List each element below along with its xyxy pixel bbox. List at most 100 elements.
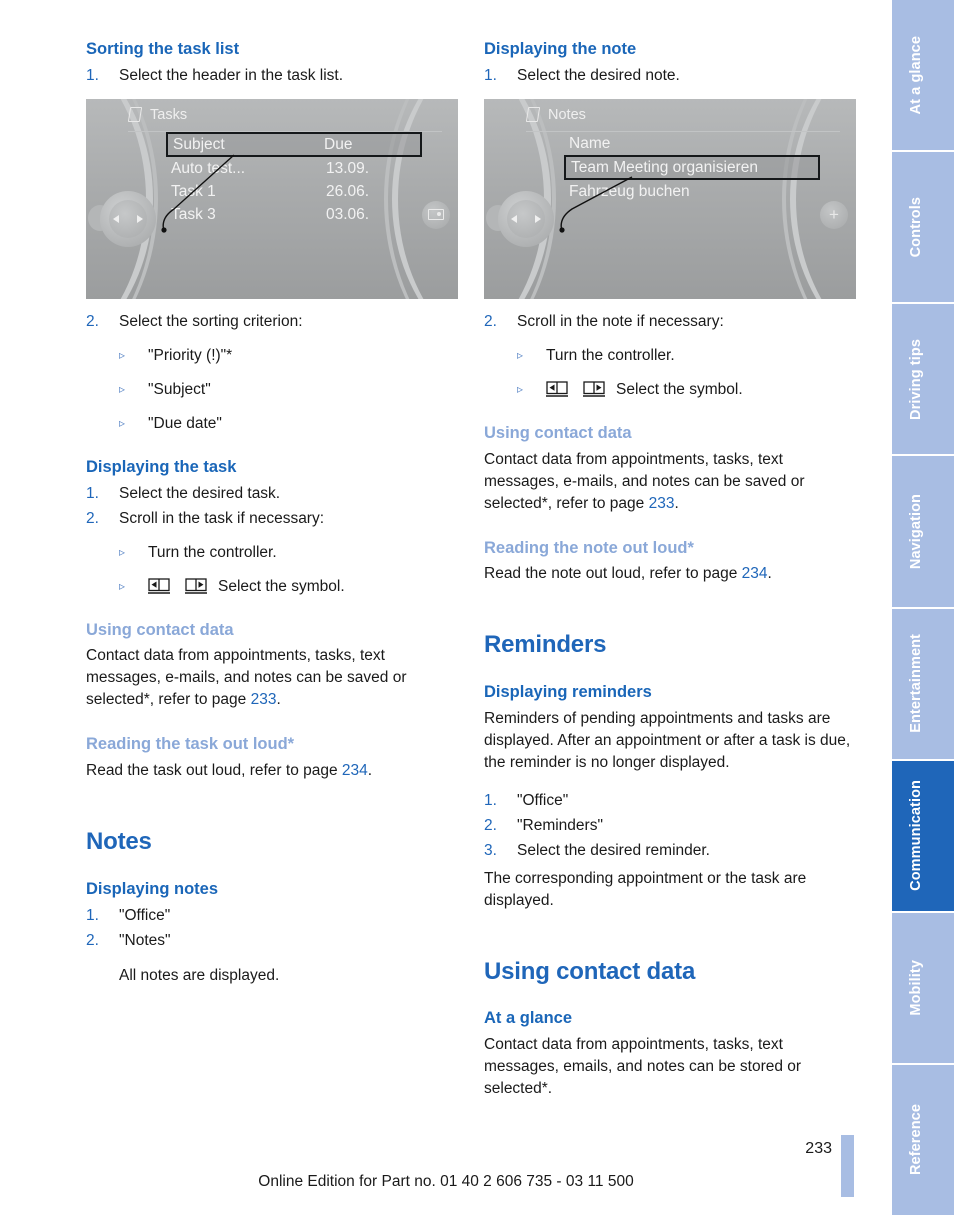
table-header-row[interactable]: Subject Due bbox=[166, 131, 422, 157]
heading-sorting-the-task-list: Sorting the task list bbox=[86, 40, 240, 58]
document-icon bbox=[128, 107, 141, 122]
controller-knob[interactable] bbox=[486, 190, 554, 247]
sidebar-item-controls[interactable]: Controls bbox=[892, 152, 954, 305]
reading-text-end: . bbox=[367, 762, 373, 780]
contact-text-end: . bbox=[276, 691, 281, 709]
sidebar-item-entertainment[interactable]: Entertainment bbox=[892, 608, 954, 761]
step-text: Scroll in the note if necessary: bbox=[517, 312, 724, 330]
step-number: 2. bbox=[86, 509, 99, 527]
criterion-label: "Due date" bbox=[148, 414, 222, 432]
screenshot-notes: Notes Name Team Meeting organisieren Fah… bbox=[484, 98, 856, 299]
card-icon bbox=[428, 209, 444, 221]
reminders-paragraph: Reminders of pending appointments and ta… bbox=[484, 709, 851, 771]
sidebar-item-at-a-glance[interactable]: At a glance bbox=[892, 0, 954, 153]
scroll-option-label: Select the symbol. bbox=[616, 380, 743, 398]
table-row[interactable]: Fahrzeug buchen bbox=[564, 180, 820, 203]
step-number: 3. bbox=[484, 841, 497, 859]
list-item: ▹ "Subject" bbox=[119, 379, 458, 401]
page-footer: 233 Online Edition for Part no. 01 40 2 … bbox=[0, 1135, 892, 1215]
table-row[interactable]: Task 3 03.06. bbox=[166, 203, 422, 226]
sidebar-item-driving-tips[interactable]: Driving tips bbox=[892, 304, 954, 457]
heading-displaying-notes: Displaying notes bbox=[86, 879, 219, 898]
criteria-sublist: ▹ "Priority (!)"* ▹ "Subject" ▹ "Due dat… bbox=[119, 345, 458, 435]
side-card-button[interactable] bbox=[422, 200, 450, 229]
plus-icon: + bbox=[829, 205, 839, 225]
list-item: ▹ Select the symbol. bbox=[517, 379, 856, 401]
cell-note-name: Fahrzeug buchen bbox=[569, 182, 690, 200]
left-column: Sorting the task list 1. Select the head… bbox=[86, 40, 458, 990]
page-reference-link[interactable]: 233 bbox=[649, 495, 675, 512]
displaying-note-steps: 1. Select the desired note. bbox=[484, 65, 856, 87]
tab-label: Entertainment bbox=[908, 634, 924, 733]
column-header-due: Due bbox=[324, 135, 353, 153]
section-heading-using-contact-data: Using contact data bbox=[484, 957, 696, 985]
displaying-notes-steps: 1. "Office" 2. "Notes" All notes are dis… bbox=[86, 905, 458, 987]
sorting-criterion-list: 2. Select the sorting criterion: ▹ "Prio… bbox=[86, 311, 458, 435]
column-header-subject: Subject bbox=[173, 135, 225, 153]
step-number: 1. bbox=[86, 906, 99, 924]
list-item: ▹ Turn the controller. bbox=[119, 542, 458, 564]
section-tab-rail: At a glance Controls Driving tips Naviga… bbox=[892, 0, 954, 1215]
list-item: 1. "Office" bbox=[484, 790, 856, 812]
list-item: 2. Scroll in the note if necessary: ▹ Tu… bbox=[484, 311, 856, 401]
step-text: Select the header in the task list. bbox=[119, 66, 344, 84]
page-number: 233 bbox=[805, 1140, 832, 1157]
contact-text-end: . bbox=[674, 494, 679, 512]
heading-displaying-reminders: Displaying reminders bbox=[484, 682, 652, 701]
bullet-triangle-icon: ▹ bbox=[119, 381, 126, 396]
arrow-left-icon bbox=[113, 214, 119, 223]
tab-label: Driving tips bbox=[908, 338, 924, 420]
sidebar-item-navigation[interactable]: Navigation bbox=[892, 456, 954, 609]
list-item: 2. "Reminders" bbox=[484, 815, 856, 837]
controller-knob[interactable] bbox=[88, 190, 156, 247]
displaying-task-steps: 1. Select the desired task. 2. Scroll in… bbox=[86, 483, 458, 598]
list-item: 1. "Office" bbox=[86, 905, 458, 927]
list-item: 2. Select the sorting criterion: ▹ "Prio… bbox=[86, 311, 458, 435]
heading-using-contact-data: Using contact data bbox=[86, 620, 234, 639]
bullet-triangle-icon: ▹ bbox=[119, 415, 126, 430]
table-row[interactable]: Auto test... 13.09. bbox=[166, 157, 422, 180]
screen-title-bar: Notes bbox=[526, 106, 842, 132]
sidebar-item-reference[interactable]: Reference bbox=[892, 1064, 954, 1215]
bullet-triangle-icon: ▹ bbox=[119, 578, 126, 593]
cell-due: 03.06. bbox=[326, 205, 370, 223]
step-number: 2. bbox=[86, 312, 99, 330]
cell-note-name: Team Meeting organisieren bbox=[571, 158, 758, 176]
sidebar-item-communication[interactable]: Communication bbox=[892, 760, 954, 913]
tab-label: At a glance bbox=[908, 35, 924, 115]
screenshot-tasks: Tasks Subject Due Auto test... 13.09. Ta… bbox=[86, 98, 458, 299]
screen-title: Notes bbox=[548, 106, 586, 123]
page-reference-link[interactable]: 234 bbox=[342, 762, 368, 779]
edition-line: Online Edition for Part no. 01 40 2 606 … bbox=[258, 1173, 634, 1190]
heading-reading-the-note-out-loud: Reading the note out loud* bbox=[484, 538, 694, 557]
page-reference-link[interactable]: 234 bbox=[742, 565, 768, 582]
step-number: 1. bbox=[484, 66, 497, 84]
sidebar-item-mobility[interactable]: Mobility bbox=[892, 912, 954, 1065]
step-text: "Notes" bbox=[119, 931, 171, 949]
list-item: ▹ "Priority (!)"* bbox=[119, 345, 458, 367]
column-header-name: Name bbox=[569, 134, 611, 152]
screen-title-bar: Tasks bbox=[128, 107, 444, 132]
criterion-label: "Priority (!)"* bbox=[148, 346, 233, 364]
criterion-label: "Subject" bbox=[148, 380, 211, 398]
page-reference-link[interactable]: 233 bbox=[251, 691, 277, 708]
tab-label: Mobility bbox=[908, 960, 924, 1016]
bullet-triangle-icon: ▹ bbox=[119, 347, 126, 362]
table-row[interactable]: Task 1 26.06. bbox=[166, 180, 422, 203]
side-add-button[interactable]: + bbox=[820, 200, 848, 229]
section-heading-notes: Notes bbox=[86, 828, 152, 856]
cell-subject: Auto test... bbox=[171, 159, 246, 177]
section-heading-reminders: Reminders bbox=[484, 631, 607, 659]
table-row-selected[interactable]: Team Meeting organisieren bbox=[564, 154, 820, 180]
tab-label: Reference bbox=[908, 1104, 924, 1176]
